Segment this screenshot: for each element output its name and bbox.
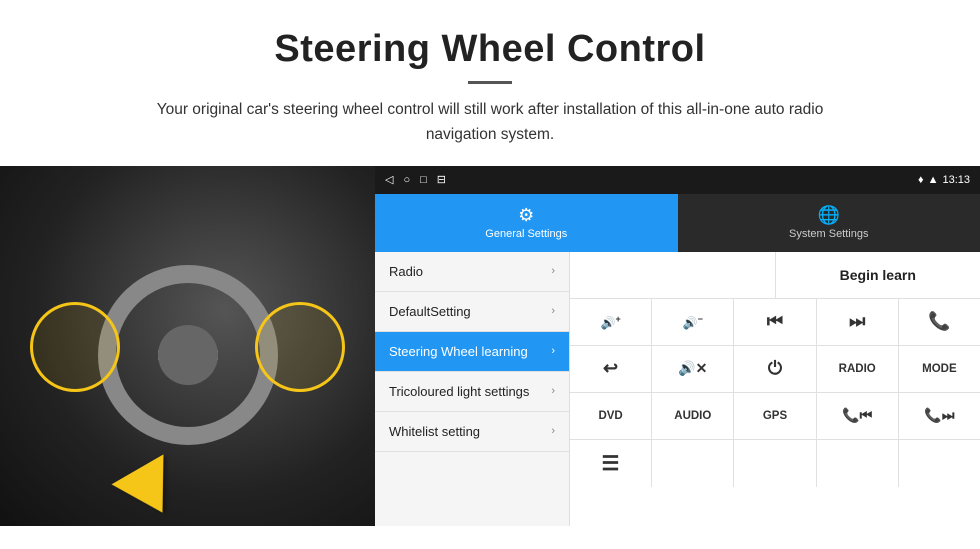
gps-button[interactable]: GPS xyxy=(734,393,816,439)
gps-label: GPS xyxy=(763,410,787,422)
menu-tricoloured-label: Tricoloured light settings xyxy=(389,384,529,399)
vol-up-button[interactable]: 🔊+ xyxy=(570,299,652,345)
highlight-circle-right xyxy=(255,302,345,392)
tab-system-settings[interactable]: 🌐 System Settings xyxy=(678,194,980,252)
hang-up-button[interactable]: ↩ xyxy=(570,346,652,392)
menu-item-radio[interactable]: Radio › xyxy=(375,252,569,292)
arrow-shape xyxy=(112,454,189,526)
content-area: Radio › DefaultSetting › Steering Wheel … xyxy=(375,252,980,526)
car-background xyxy=(0,166,375,526)
signal-icon: ▲ xyxy=(928,174,939,186)
page-title: Steering Wheel Control xyxy=(60,28,920,71)
chevron-icon: › xyxy=(551,385,555,397)
highlight-circle-left xyxy=(30,302,120,392)
menu-item-default[interactable]: DefaultSetting › xyxy=(375,292,569,332)
controls-row-3: DVD AUDIO GPS 📞⏮ 📞⏭ xyxy=(570,393,980,440)
chevron-icon: › xyxy=(551,265,555,277)
android-panel: ◁ ○ □ ⊟ ♦ ▲ 13:13 ⚙ General Settings xyxy=(375,166,980,526)
mute-button[interactable]: 🔊✕ xyxy=(652,346,734,392)
vol-down-icon: 🔊− xyxy=(683,314,703,330)
wifi-icon: ♦ xyxy=(918,174,924,186)
menu-item-tricoloured[interactable]: Tricoloured light settings › xyxy=(375,372,569,412)
header-divider xyxy=(468,81,512,84)
power-button[interactable]: ⏻ xyxy=(734,346,816,392)
menu-whitelist-label: Whitelist setting xyxy=(389,424,480,439)
power-icon: ⏻ xyxy=(768,358,782,379)
hang-up-icon: ↩ xyxy=(603,358,618,379)
nav-cast-icon[interactable]: ⊟ xyxy=(437,173,446,186)
next-icon: ⏭ xyxy=(849,311,865,332)
vol-down-button[interactable]: 🔊− xyxy=(652,299,734,345)
system-settings-icon: 🌐 xyxy=(818,205,840,226)
vol-up-icon: 🔊+ xyxy=(600,314,620,330)
menu-radio-label: Radio xyxy=(389,264,423,279)
header-subtitle: Your original car's steering wheel contr… xyxy=(150,98,830,148)
nav-home-icon[interactable]: ○ xyxy=(403,174,410,186)
page-container: Steering Wheel Control Your original car… xyxy=(0,0,980,526)
phone-button[interactable]: 📞 xyxy=(899,299,980,345)
tel-next-button[interactable]: 📞⏭ xyxy=(899,393,980,439)
begin-learn-label: Begin learn xyxy=(840,267,916,283)
status-info: ♦ ▲ 13:13 xyxy=(918,174,970,186)
chevron-icon: › xyxy=(551,425,555,437)
list-icon: ☰ xyxy=(602,451,620,476)
menu-item-steering[interactable]: Steering Wheel learning › xyxy=(375,332,569,372)
empty-btn-4 xyxy=(899,440,980,487)
car-image-area xyxy=(0,166,375,526)
prev-track-button[interactable]: ⏮ xyxy=(734,299,816,345)
menu-steering-label: Steering Wheel learning xyxy=(389,344,528,359)
tel-next-icon: 📞⏭ xyxy=(924,407,954,424)
next-track-button[interactable]: ⏭ xyxy=(817,299,899,345)
controls-row-4: ☰ xyxy=(570,440,980,487)
time-display: 13:13 xyxy=(942,174,970,186)
chevron-icon: › xyxy=(551,305,555,317)
general-settings-icon: ⚙ xyxy=(518,205,534,226)
steering-wheel-center xyxy=(158,325,218,385)
controls-row-top: Begin learn xyxy=(570,252,980,299)
empty-btn-2 xyxy=(734,440,816,487)
controls-row-1: 🔊+ 🔊− ⏮ ⏭ 📞 xyxy=(570,299,980,346)
controls-row-2: ↩ 🔊✕ ⏻ RADIO MODE xyxy=(570,346,980,393)
radio-label: RADIO xyxy=(839,363,876,375)
empty-cell xyxy=(570,252,776,298)
header-section: Steering Wheel Control Your original car… xyxy=(0,0,980,166)
nav-back-icon[interactable]: ◁ xyxy=(385,173,393,186)
empty-btn-3 xyxy=(817,440,899,487)
mute-icon: 🔊✕ xyxy=(678,360,707,377)
main-content: ◁ ○ □ ⊟ ♦ ▲ 13:13 ⚙ General Settings xyxy=(0,166,980,526)
steering-wheel-graphic xyxy=(98,265,278,445)
empty-btn-1 xyxy=(652,440,734,487)
prev-icon: ⏮ xyxy=(767,311,783,332)
tab-bar: ⚙ General Settings 🌐 System Settings xyxy=(375,194,980,252)
chevron-icon: › xyxy=(551,345,555,357)
audio-label: AUDIO xyxy=(674,410,711,422)
begin-learn-button[interactable]: Begin learn xyxy=(776,252,980,298)
tel-prev-button[interactable]: 📞⏮ xyxy=(817,393,899,439)
tab-general-label: General Settings xyxy=(485,228,567,240)
tel-prev-icon: 📞⏮ xyxy=(842,407,872,424)
mode-button[interactable]: MODE xyxy=(899,346,980,392)
audio-button[interactable]: AUDIO xyxy=(652,393,734,439)
dvd-button[interactable]: DVD xyxy=(570,393,652,439)
mode-label: MODE xyxy=(922,363,957,375)
left-menu: Radio › DefaultSetting › Steering Wheel … xyxy=(375,252,570,526)
nav-recent-icon[interactable]: □ xyxy=(420,174,427,186)
menu-item-whitelist[interactable]: Whitelist setting › xyxy=(375,412,569,452)
menu-default-label: DefaultSetting xyxy=(389,304,471,319)
right-controls: Begin learn 🔊+ 🔊− ⏮ xyxy=(570,252,980,526)
radio-button[interactable]: RADIO xyxy=(817,346,899,392)
status-bar: ◁ ○ □ ⊟ ♦ ▲ 13:13 xyxy=(375,166,980,194)
status-nav-icons: ◁ ○ □ ⊟ xyxy=(385,173,446,186)
tab-general-settings[interactable]: ⚙ General Settings xyxy=(375,194,678,252)
tab-system-label: System Settings xyxy=(789,228,868,240)
phone-icon: 📞 xyxy=(928,311,950,332)
list-button[interactable]: ☰ xyxy=(570,440,652,487)
dvd-label: DVD xyxy=(598,410,622,422)
arrow-indicator xyxy=(120,466,180,516)
